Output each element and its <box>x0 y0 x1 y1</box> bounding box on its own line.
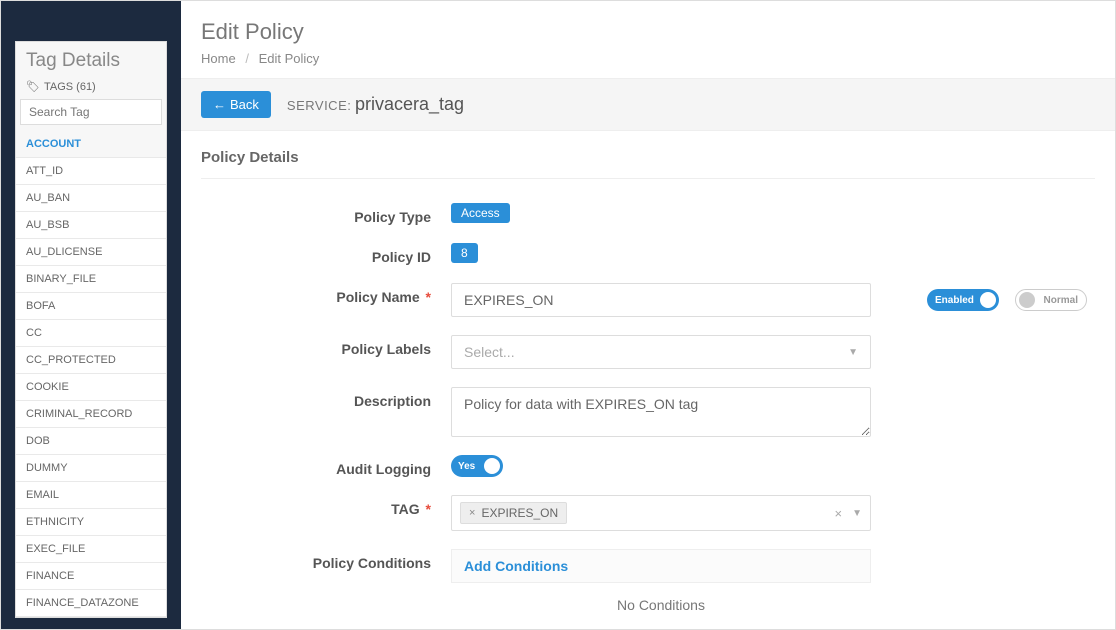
chevron-down-icon[interactable]: ▼ <box>852 508 862 519</box>
label-policy-labels: Policy Labels <box>201 335 451 357</box>
add-conditions-button[interactable]: Add Conditions <box>464 558 568 574</box>
tag-chip: × EXPIRES_ON <box>460 502 567 524</box>
content: Policy Details Policy Type Access Policy… <box>181 131 1115 629</box>
sidebar-item-ethnicity[interactable]: ETHNICITY <box>16 509 166 536</box>
sidebar-item-finance_datazone[interactable]: FINANCE_DATAZONE <box>16 590 166 617</box>
label-policy-id: Policy ID <box>201 243 451 265</box>
tag-chip-label: EXPIRES_ON <box>481 506 558 520</box>
header: Edit Policy Home / Edit Policy <box>181 1 1115 78</box>
sidebar-item-criminal_record[interactable]: CRIMINAL_RECORD <box>16 401 166 428</box>
sidebar-item-cc_protected[interactable]: CC_PROTECTED <box>16 347 166 374</box>
clear-icon[interactable]: × <box>835 506 843 521</box>
label-policy-conditions: Policy Conditions <box>201 549 451 571</box>
sidebar-item-account[interactable]: ACCOUNT <box>16 131 166 158</box>
no-conditions-text: No Conditions <box>451 583 871 627</box>
toggle-knob <box>1019 292 1035 308</box>
label-audit-logging: Audit Logging <box>201 455 451 477</box>
back-button[interactable]: ← Back <box>201 91 271 118</box>
required-icon: * <box>422 501 431 517</box>
audit-toggle[interactable]: Yes <box>451 455 503 477</box>
label-policy-type: Policy Type <box>201 203 451 225</box>
sidebar-item-cc[interactable]: CC <box>16 320 166 347</box>
sidebar-item-cookie[interactable]: COOKIE <box>16 374 166 401</box>
label-description: Description <box>201 387 451 409</box>
sidebar-item-finance[interactable]: FINANCE <box>16 563 166 590</box>
description-input[interactable] <box>451 387 871 437</box>
search-wrap <box>16 99 166 131</box>
tag-select[interactable]: × EXPIRES_ON × ▼ <box>451 495 871 531</box>
sidebar-item-dob[interactable]: DOB <box>16 428 166 455</box>
enabled-toggle[interactable]: Enabled <box>927 289 999 311</box>
service-info: SERVICE: privacera_tag <box>287 94 464 115</box>
sidebar-item-dummy[interactable]: DUMMY <box>16 455 166 482</box>
sidebar-item-email[interactable]: EMAIL <box>16 482 166 509</box>
back-label: Back <box>230 97 259 112</box>
breadcrumb-sep: / <box>245 51 249 66</box>
service-name: privacera_tag <box>355 94 464 114</box>
page-title: Edit Policy <box>201 19 1095 45</box>
remove-tag-icon[interactable]: × <box>469 507 475 519</box>
breadcrumb-home[interactable]: Home <box>201 51 236 66</box>
sidebar-item-att_id[interactable]: ATT_ID <box>16 158 166 185</box>
sidebar-item-exec_file[interactable]: EXEC_FILE <box>16 536 166 563</box>
label-policy-name: Policy Name * <box>201 283 451 305</box>
breadcrumb-current: Edit Policy <box>259 51 320 66</box>
select-placeholder: Select... <box>464 344 515 360</box>
label-tag: TAG * <box>201 495 451 517</box>
sidebar: Tag Details 🏷 TAGS (61) ACCOUNTATT_IDAU_… <box>1 1 181 629</box>
toggle-knob <box>484 458 500 474</box>
normal-toggle[interactable]: Normal <box>1015 289 1087 311</box>
tags-count: TAGS (61) <box>44 81 96 93</box>
sidebar-item-bofa[interactable]: BOFA <box>16 293 166 320</box>
sidebar-item-binary_file[interactable]: BINARY_FILE <box>16 266 166 293</box>
normal-label: Normal <box>1044 295 1078 306</box>
audit-label: Yes <box>458 461 475 472</box>
enabled-label: Enabled <box>935 295 974 306</box>
main: Edit Policy Home / Edit Policy ← Back SE… <box>181 1 1115 629</box>
chevron-down-icon: ▼ <box>848 347 858 358</box>
required-icon: * <box>422 289 431 305</box>
policy-type-badge: Access <box>451 203 510 223</box>
service-label: SERVICE: <box>287 98 351 113</box>
sidebar-item-au_dlicense[interactable]: AU_DLICENSE <box>16 239 166 266</box>
sidebar-item-au_bsb[interactable]: AU_BSB <box>16 212 166 239</box>
sidebar-item-au_ban[interactable]: AU_BAN <box>16 185 166 212</box>
tags-icon: 🏷 <box>26 80 40 93</box>
service-bar: ← Back SERVICE: privacera_tag <box>181 78 1115 131</box>
policy-name-input[interactable] <box>451 283 871 317</box>
sidebar-title: Tag Details <box>16 42 166 78</box>
sidebar-panel: Tag Details 🏷 TAGS (61) ACCOUNTATT_IDAU_… <box>15 41 167 618</box>
breadcrumb: Home / Edit Policy <box>201 51 1095 66</box>
arrow-left-icon: ← <box>213 97 226 112</box>
section-title: Policy Details <box>201 149 1095 179</box>
toggle-knob <box>980 292 996 308</box>
tag-list: ACCOUNTATT_IDAU_BANAU_BSBAU_DLICENSEBINA… <box>16 131 166 617</box>
search-input[interactable] <box>20 99 162 125</box>
sidebar-subtitle: 🏷 TAGS (61) <box>16 78 166 99</box>
policy-id-badge: 8 <box>451 243 478 263</box>
policy-labels-select[interactable]: Select... ▼ <box>451 335 871 369</box>
